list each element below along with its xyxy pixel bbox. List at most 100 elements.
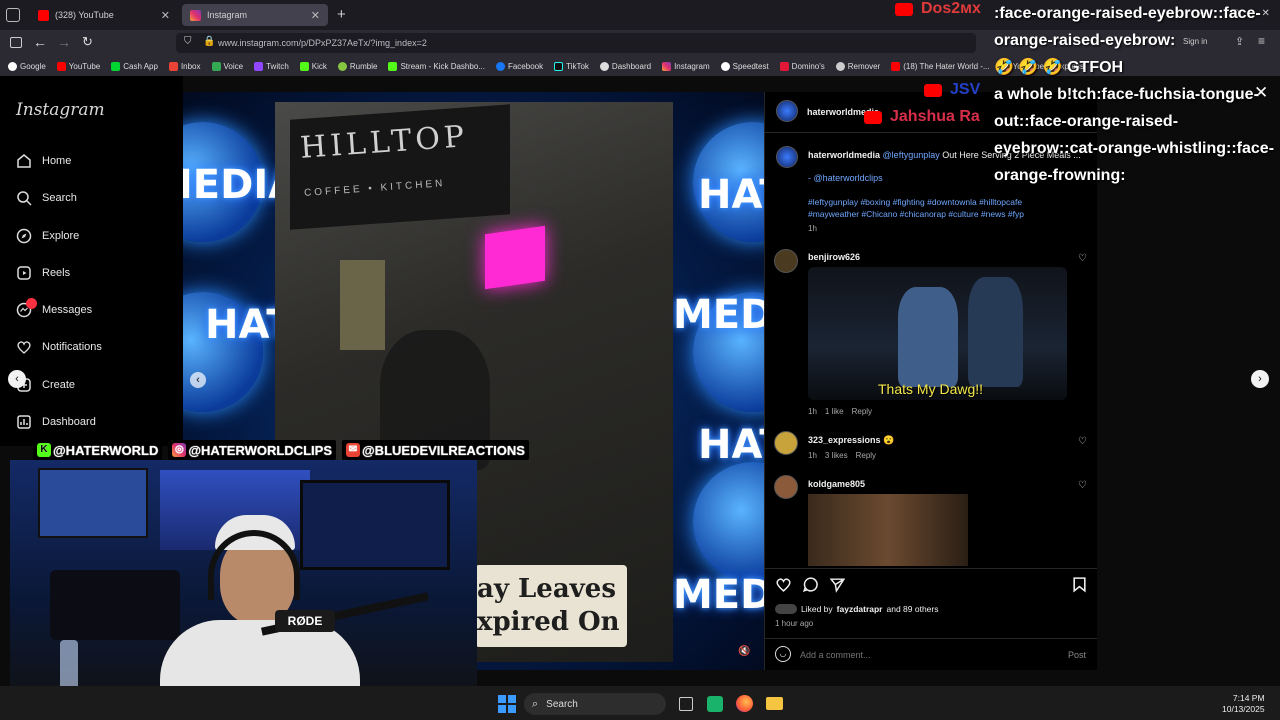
commenter-avatar[interactable]: [774, 249, 798, 273]
hashtags-line-1[interactable]: #leftygunplay #boxing #fighting #downtow…: [808, 197, 1022, 207]
folder-icon[interactable]: [766, 697, 783, 710]
caption-username[interactable]: haterworldmedia: [808, 150, 880, 160]
bookmark-rumble[interactable]: Rumble: [337, 61, 377, 71]
close-icon[interactable]: ✕: [161, 9, 170, 22]
lock-icon[interactable]: 🔒: [203, 36, 215, 47]
tab-list-icon[interactable]: [6, 8, 20, 22]
comment-gif[interactable]: [808, 494, 968, 566]
firefox-icon[interactable]: [736, 695, 753, 712]
bookmark-twitch[interactable]: Twitch: [254, 61, 289, 71]
mute-icon[interactable]: 🔇: [738, 646, 750, 657]
caption-line-2: xpired On: [477, 607, 620, 637]
commenter-avatar[interactable]: [774, 475, 798, 499]
comment-like-icon[interactable]: ♡: [1078, 480, 1087, 491]
like-icon[interactable]: [775, 576, 792, 593]
chat-user-3: Jahshua Ra: [864, 108, 980, 126]
back-icon[interactable]: ←: [33, 34, 47, 50]
bookmark-speedtest[interactable]: Speedtest: [720, 61, 769, 71]
comment-username[interactable]: koldgame805: [808, 479, 865, 489]
tiktok-icon: [554, 61, 564, 71]
video-window: [340, 260, 385, 350]
tab-instagram[interactable]: Instagram ✕: [182, 4, 328, 26]
nav-reels[interactable]: Reels: [16, 263, 70, 283]
video-caption: ay Leaves xpired On: [475, 565, 627, 647]
taskbar-search[interactable]: ⌕ Search: [524, 693, 666, 715]
tab-youtube[interactable]: (328) YouTube ✕: [30, 4, 178, 26]
gif-figure: [968, 277, 1023, 387]
sidebar-toggle-icon[interactable]: [10, 37, 22, 48]
liked-by: Liked by fayzdatrapr and 89 others: [775, 604, 938, 614]
comment-emoji: 😮: [883, 435, 895, 445]
compass-icon: [16, 228, 32, 244]
bookmark-cashapp[interactable]: Cash App: [111, 61, 158, 71]
task-view-icon[interactable]: [679, 697, 693, 711]
nav-search[interactable]: Search: [16, 188, 77, 208]
phone-icon: [211, 61, 221, 71]
bookmark-facebook[interactable]: Facebook: [495, 61, 543, 71]
emoji-icon[interactable]: ◡: [775, 646, 791, 662]
bookmark-dashboard[interactable]: Dashboard: [599, 61, 651, 71]
reload-icon[interactable]: ↻: [82, 34, 93, 50]
next-post-button[interactable]: ›: [1251, 370, 1269, 388]
new-tab-button[interactable]: +: [337, 6, 346, 23]
youtube-icon: [56, 61, 66, 71]
bookmark-kick-dashboard[interactable]: Stream - Kick Dashbo...: [388, 61, 485, 71]
caption-avatar[interactable]: [776, 146, 798, 168]
mic-brand: RØDE: [287, 614, 323, 628]
reply-button[interactable]: Reply: [852, 407, 872, 416]
nav-notifications[interactable]: Notifications: [16, 337, 102, 357]
comment-icon[interactable]: [802, 576, 819, 593]
dashboard-icon: [599, 61, 609, 71]
neon-light: [485, 225, 545, 290]
comment-username[interactable]: benjirow626: [808, 252, 860, 262]
comment-gif[interactable]: Thats My Dawg!!: [808, 267, 1067, 400]
start-icon[interactable]: [498, 695, 516, 713]
nav-home[interactable]: Home: [16, 151, 71, 171]
bookmark-google[interactable]: Google: [8, 61, 46, 71]
start-tile: [498, 705, 506, 713]
carousel-prev-button[interactable]: ‹: [190, 372, 206, 388]
comment-line: 323_expressions 😮: [808, 435, 894, 446]
comment-like-icon[interactable]: ♡: [1078, 436, 1087, 447]
commenter-avatar[interactable]: [774, 431, 798, 455]
bookmark-kick[interactable]: Kick: [299, 61, 327, 71]
app-icon[interactable]: [707, 696, 723, 712]
instagram-logo[interactable]: Instagram: [16, 100, 105, 120]
bookmark-dominos[interactable]: Domino's: [779, 61, 825, 71]
nav-explore[interactable]: Explore: [16, 226, 79, 246]
liked-user[interactable]: fayzdatrapr: [837, 604, 883, 614]
bookmark-voice[interactable]: Voice: [211, 61, 243, 71]
heart-icon: [17, 341, 31, 354]
bookmark-inbox[interactable]: Inbox: [168, 61, 201, 71]
shield-icon[interactable]: ⛉: [184, 36, 192, 47]
url-bar[interactable]: www.instagram.com/p/DPxPZ37AeTx/?img_ind…: [176, 33, 976, 53]
url-text[interactable]: www.instagram.com/p/DPxPZ37AeTx/?img_ind…: [218, 38, 427, 48]
mail-icon: [168, 61, 178, 71]
bookmark-youtube[interactable]: YouTube: [56, 61, 100, 71]
author-avatar[interactable]: [776, 100, 798, 122]
close-icon[interactable]: ✕: [311, 9, 320, 22]
start-tile: [508, 695, 516, 703]
share-icon[interactable]: [829, 576, 846, 593]
bookmark-remover[interactable]: Remover: [835, 61, 880, 71]
bookmark-tiktok[interactable]: TikTok: [554, 61, 589, 71]
liked-others[interactable]: and 89 others: [887, 604, 939, 614]
save-icon[interactable]: [1071, 576, 1088, 593]
bookmark-haterworld[interactable]: (18) The Hater World -...: [891, 61, 990, 71]
chat-message-1: :face-orange-raised-eyebrow::face-orange…: [994, 5, 1261, 49]
caption-line-1: ay Leaves: [477, 574, 616, 604]
forward-icon[interactable]: →: [57, 34, 71, 50]
caption-mention[interactable]: @leftygunplay: [883, 150, 940, 160]
add-comment-input[interactable]: [800, 648, 1050, 662]
nav-dashboard[interactable]: Dashboard: [16, 412, 96, 432]
previous-post-button[interactable]: ‹: [8, 370, 26, 388]
hashtags-line-2[interactable]: #mayweather #Chicano #chicanorap #cultur…: [808, 209, 1024, 219]
comment-like-icon[interactable]: ♡: [1078, 253, 1087, 264]
taskbar-clock[interactable]: 7:14 PM 10/13/2025: [1222, 693, 1265, 715]
bookmark-instagram[interactable]: Instagram: [662, 61, 710, 71]
kick-icon: [388, 61, 398, 71]
comment-username[interactable]: 323_expressions: [808, 435, 881, 445]
post-comment-button[interactable]: Post: [1068, 650, 1086, 660]
reply-button[interactable]: Reply: [856, 451, 876, 460]
start-tile: [498, 695, 506, 703]
